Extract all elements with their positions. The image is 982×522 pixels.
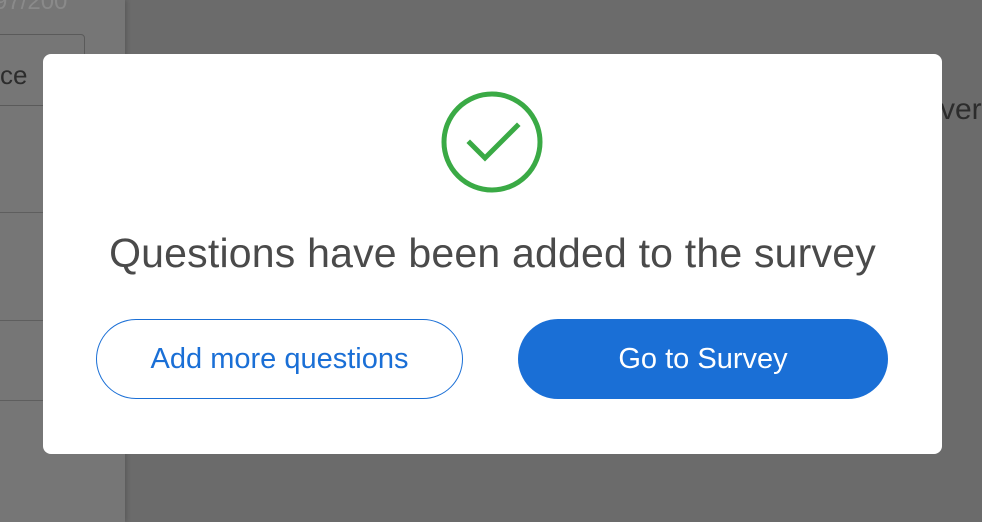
go-to-survey-button[interactable]: Go to Survey xyxy=(518,319,888,399)
background-right-text: ver xyxy=(940,93,982,126)
add-more-questions-button[interactable]: Add more questions xyxy=(96,319,463,399)
success-dialog: Questions have been added to the survey … xyxy=(43,54,942,454)
page: 97/200 ce ver Questions have been added … xyxy=(0,0,982,522)
check-circle-icon xyxy=(441,91,543,193)
character-counter: 97/200 xyxy=(0,0,68,15)
dialog-title: Questions have been added to the survey xyxy=(109,230,876,276)
background-choice-label: ce xyxy=(0,60,28,90)
